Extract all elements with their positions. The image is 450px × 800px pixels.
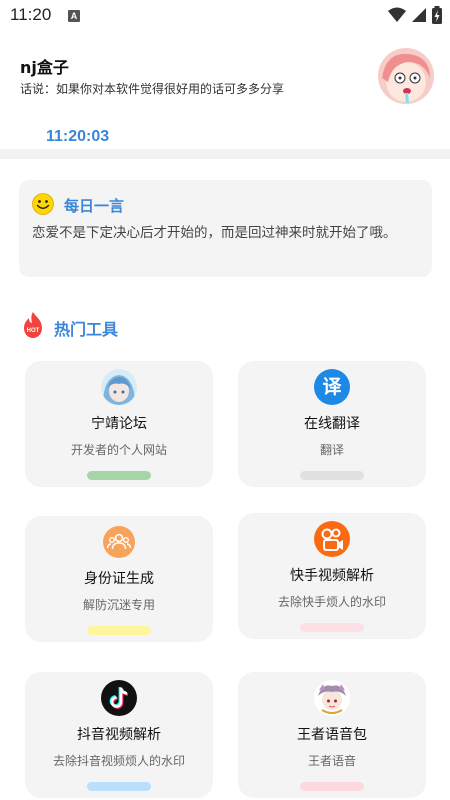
tool-desc: 开发者的个人网站 bbox=[70, 443, 167, 457]
game-character-icon bbox=[314, 680, 350, 716]
tool-desc: 去除快手烦人的水印 bbox=[277, 595, 386, 609]
tool-desc: 王者语音 bbox=[307, 754, 356, 768]
section-title: 热门工具 bbox=[54, 320, 119, 339]
tool-card-voice-pack[interactable]: 王者语音包 王者语音 bbox=[238, 672, 426, 798]
tool-card-translate[interactable]: 译 在线翻译 翻译 bbox=[238, 361, 426, 487]
tool-name: 宁靖论坛 bbox=[91, 416, 147, 432]
tool-name: 王者语音包 bbox=[297, 727, 367, 743]
hot-fire-icon: HOT bbox=[24, 312, 42, 338]
status-time: 11:20 bbox=[10, 5, 52, 24]
status-bar: 11:20 A bbox=[0, 0, 450, 32]
cellular-signal-icon bbox=[412, 8, 426, 22]
kuaishou-icon bbox=[314, 521, 350, 557]
anime-avatar-icon bbox=[101, 369, 137, 405]
quote-title: 每日一言 bbox=[64, 197, 125, 215]
tool-card-forum[interactable]: 宁靖论坛 开发者的个人网站 bbox=[25, 361, 213, 487]
tool-card-id-generator[interactable]: 身份证生成 解防沉迷专用 bbox=[25, 516, 213, 642]
translate-icon: 译 bbox=[314, 369, 350, 405]
svg-text:HOT: HOT bbox=[27, 328, 40, 334]
tool-desc: 去除抖音视频烦人的水印 bbox=[52, 754, 185, 768]
tiktok-icon bbox=[101, 680, 137, 716]
header-subtitle: 话说：如果你对本软件觉得很好用的话可多多分享 bbox=[20, 82, 285, 96]
tool-accent-bar bbox=[87, 782, 151, 791]
tool-accent-bar bbox=[300, 471, 364, 480]
tool-name: 快手视频解析 bbox=[290, 568, 374, 584]
tool-desc: 翻译 bbox=[319, 443, 344, 457]
tool-name: 抖音视频解析 bbox=[77, 727, 161, 743]
section-divider bbox=[0, 149, 450, 159]
quote-text: 恋爱不是下定决心后才开始的，而是回过神来时就开始了哦。 bbox=[32, 225, 397, 241]
app-name: nj盒子 bbox=[20, 58, 69, 77]
daily-quote-card[interactable]: 每日一言 恋爱不是下定决心后才开始的，而是回过神来时就开始了哦。 bbox=[19, 180, 432, 277]
tool-desc: 解防沉迷专用 bbox=[82, 598, 155, 612]
tool-accent-bar bbox=[87, 471, 151, 480]
tool-card-douyin[interactable]: 抖音视频解析 去除抖音视频烦人的水印 bbox=[25, 672, 213, 798]
user-avatar[interactable] bbox=[378, 48, 434, 104]
tool-name: 在线翻译 bbox=[304, 416, 360, 432]
smiley-icon bbox=[32, 193, 54, 215]
translate-glyph: 译 bbox=[322, 376, 342, 398]
tool-accent-bar bbox=[300, 782, 364, 791]
status-icons bbox=[388, 6, 442, 24]
battery-charging-icon bbox=[432, 6, 442, 24]
tool-accent-bar bbox=[300, 623, 364, 632]
notification-icon: A bbox=[68, 10, 80, 22]
clock-display: 11:20:03 bbox=[46, 128, 110, 145]
people-icon bbox=[103, 526, 135, 558]
tool-name: 身份证生成 bbox=[84, 571, 154, 587]
tool-accent-bar bbox=[87, 626, 151, 635]
wifi-icon bbox=[388, 7, 406, 22]
tool-card-kuaishou[interactable]: 快手视频解析 去除快手烦人的水印 bbox=[238, 513, 426, 639]
